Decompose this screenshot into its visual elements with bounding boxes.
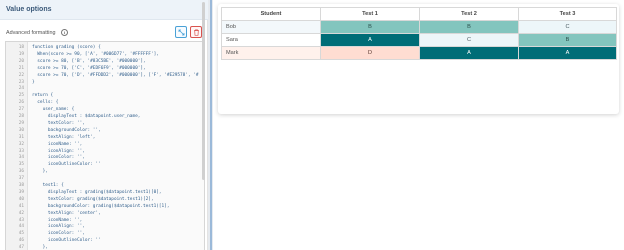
grade-cell[interactable]: B	[518, 33, 617, 47]
expand-icon	[178, 29, 185, 36]
grade-cell[interactable]: A	[518, 46, 617, 60]
student-name-cell[interactable]: Mark	[221, 46, 321, 60]
grades-table: Student Test 1 Test 2 Test 3 Bob B B C Sara A…	[221, 7, 617, 60]
trash-icon	[194, 29, 199, 36]
visual-canvas: Student Test 1 Test 2 Test 3 Bob B B C Sara A…	[213, 0, 624, 250]
student-name-cell[interactable]: Bob	[221, 20, 321, 34]
grade-cell[interactable]: C	[419, 33, 519, 47]
column-header-test-3[interactable]: Test 3	[518, 7, 617, 21]
student-name-cell[interactable]: Sara	[221, 33, 321, 47]
column-header-test-2[interactable]: Test 2	[419, 7, 519, 21]
grade-cell[interactable]: B	[419, 20, 519, 34]
column-header-test-1[interactable]: Test 1	[320, 7, 420, 21]
line-number: 47	[18, 245, 24, 250]
grade-cell[interactable]: A	[419, 46, 519, 60]
delete-button[interactable]	[190, 26, 202, 38]
advanced-formatting-label: Advanced formatting	[6, 30, 56, 36]
code-line[interactable]: 47 },	[6, 244, 204, 250]
divider-line	[210, 0, 212, 250]
code-editor[interactable]: 18 function grading (score) {19 When(scor…	[5, 41, 205, 250]
editor-scrollbar[interactable]	[202, 2, 205, 180]
grade-cell[interactable]: C	[518, 20, 617, 34]
value-options-panel: Value options Advanced formatting i 18 fu…	[0, 0, 208, 250]
table-header-row: Student Test 1 Test 2 Test 3	[221, 7, 617, 21]
info-icon[interactable]: i	[61, 29, 68, 36]
grades-table-visual[interactable]: Student Test 1 Test 2 Test 3 Bob B B C Sara A…	[218, 4, 619, 114]
column-header-student[interactable]: Student	[221, 7, 321, 21]
table-row: Sara A C B	[221, 33, 617, 47]
code-text: },	[32, 245, 48, 250]
grade-cell[interactable]: D	[320, 46, 420, 60]
table-row: Bob B B C	[221, 20, 617, 34]
panel-title: Value options	[0, 0, 208, 20]
expand-editor-button[interactable]	[175, 26, 187, 38]
table-row: Mark D A A	[221, 46, 617, 60]
grade-cell[interactable]: B	[320, 20, 420, 34]
grade-cell[interactable]: A	[320, 33, 420, 47]
